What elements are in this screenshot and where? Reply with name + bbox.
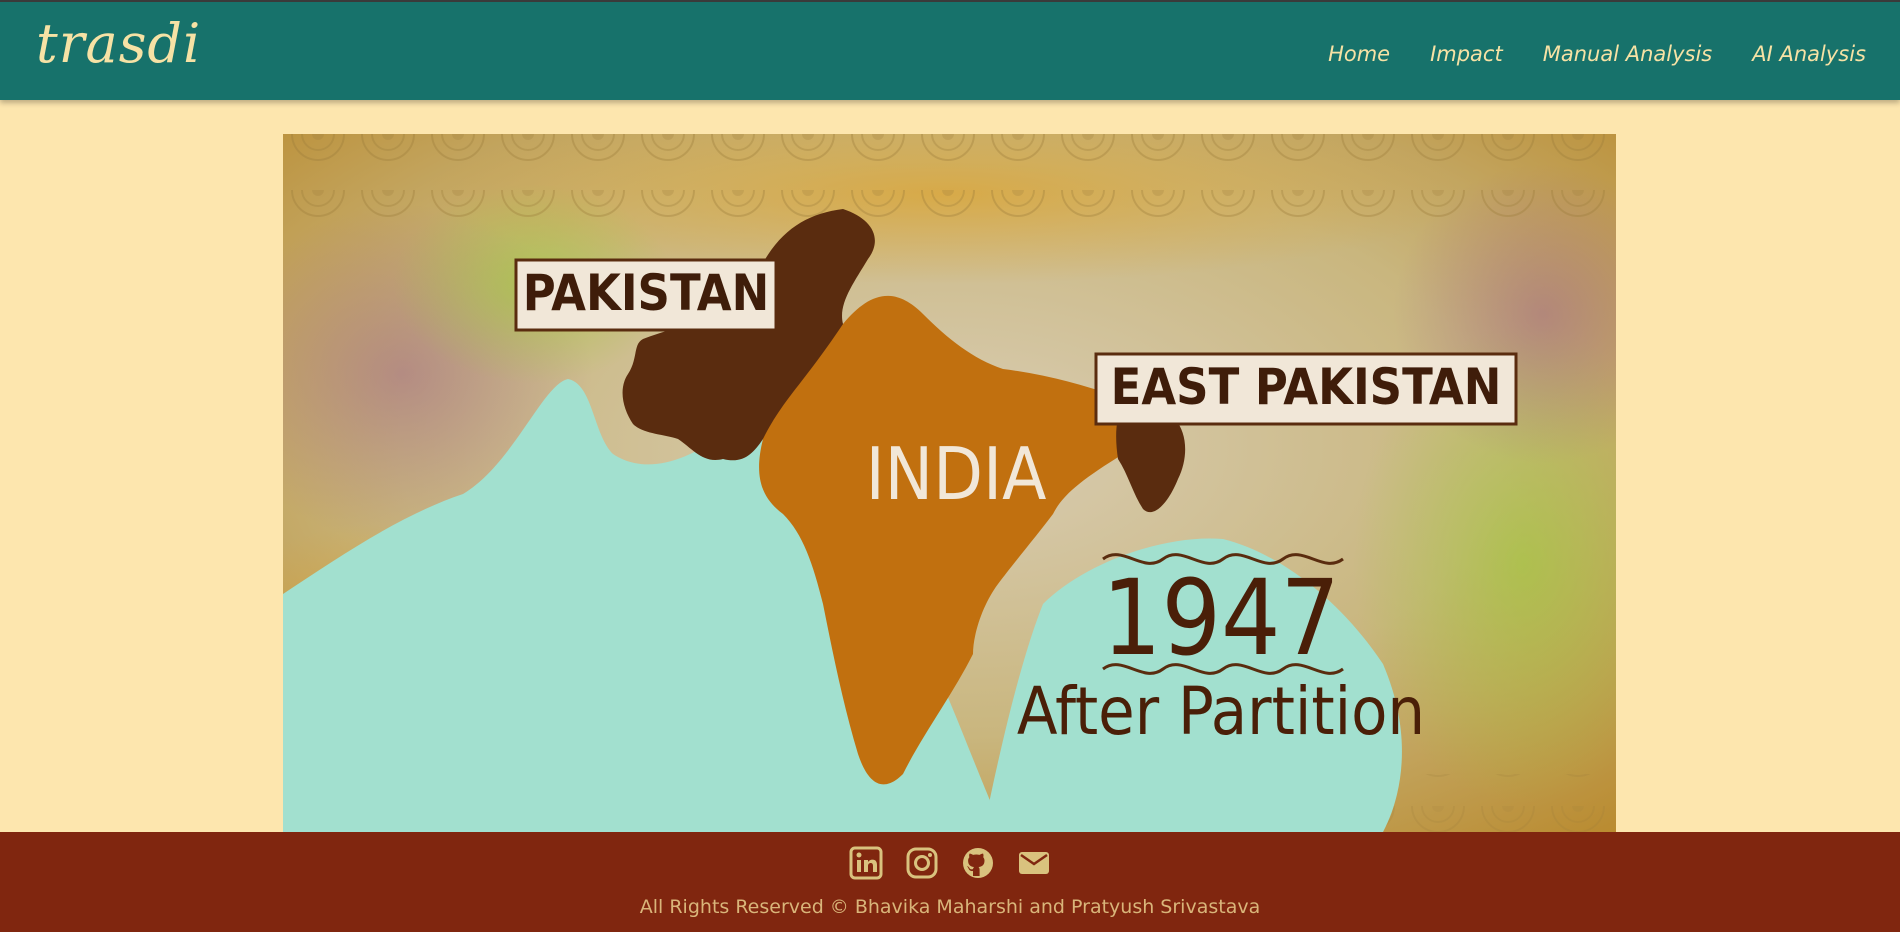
nav-manual-analysis-link[interactable]: Manual Analysis: [1543, 42, 1713, 66]
navbar: trasdi Home Impact Manual Analysis AI An…: [0, 0, 1900, 100]
nav-ai-analysis-link[interactable]: AI Analysis: [1752, 42, 1866, 66]
email-icon[interactable]: [1017, 846, 1051, 880]
instagram-icon[interactable]: [905, 846, 939, 880]
partition-caption: After Partition: [1017, 673, 1425, 750]
partition-map-illustration: PAKISTAN EAST PAKISTAN INDIA 1947 After …: [283, 134, 1616, 832]
east-pakistan-label: EAST PAKISTAN: [1111, 358, 1502, 416]
nav-home-link[interactable]: Home: [1328, 42, 1390, 66]
india-label: INDIA: [866, 432, 1047, 516]
east-pakistan-label-plate: EAST PAKISTAN: [1094, 352, 1518, 426]
social-links: [0, 846, 1900, 880]
nav-impact-link[interactable]: Impact: [1430, 42, 1503, 66]
copyright-text: All Rights Reserved © Bhavika Maharshi a…: [639, 896, 1261, 918]
pakistan-label-plate: PAKISTAN: [514, 258, 778, 332]
footer: All Rights Reserved © Bhavika Maharshi a…: [0, 832, 1900, 932]
nav-links: Home Impact Manual Analysis AI Analysis: [1328, 42, 1866, 66]
year-label: 1947: [1102, 557, 1340, 679]
pakistan-label: PAKISTAN: [523, 264, 769, 322]
brand-logo[interactable]: trasdi: [36, 12, 201, 75]
linkedin-icon[interactable]: [849, 846, 883, 880]
hero-partition-map: PAKISTAN EAST PAKISTAN INDIA 1947 After …: [283, 134, 1616, 832]
github-icon[interactable]: [961, 846, 995, 880]
